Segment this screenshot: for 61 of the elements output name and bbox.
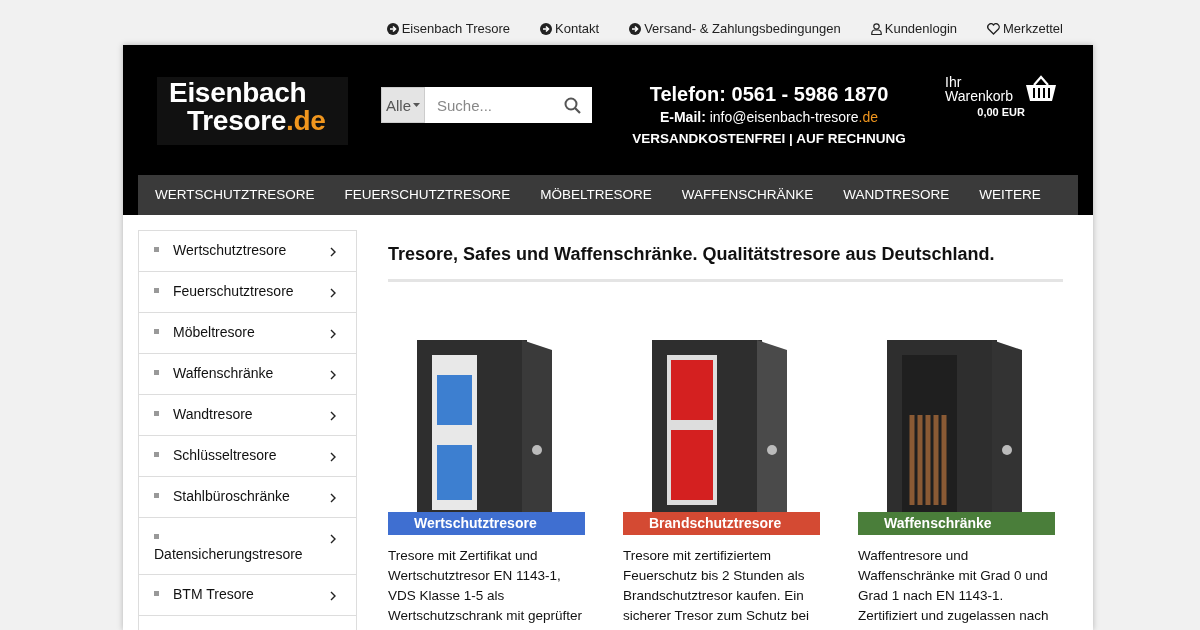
top-link[interactable]: Versand- & Zahlungsbedingungen <box>629 9 841 36</box>
sidebar-item[interactable]: Stahlbüroschränke <box>139 477 356 518</box>
top-link[interactable]: Eisenbach Tresore <box>386 9 511 36</box>
chevron-right-icon <box>330 452 336 462</box>
bullet-icon <box>154 247 159 253</box>
chevron-right-icon <box>330 329 336 339</box>
nav-link[interactable]: WANDTRESORE <box>828 175 965 215</box>
nav-link[interactable]: FEUERSCHUTZTRESORE <box>329 175 526 215</box>
arrow-circle-icon <box>540 22 553 35</box>
sidebar-item[interactable]: Waffenschränke <box>139 354 356 395</box>
page-heading: Tresore, Safes und Waffenschränke. Qualitätstresore aus Deutschland. <box>388 244 1063 282</box>
caret-icon <box>413 103 420 107</box>
top-link[interactable]: Kontakt <box>540 9 600 36</box>
chevron-right-icon <box>330 493 336 503</box>
category-banner[interactable]: Wertschutztresore <box>388 512 585 535</box>
bullet-icon <box>154 411 159 417</box>
basket-icon[interactable] <box>1025 75 1057 103</box>
shipping-note: VERSANDKOSTENFREI | AUF RECHNUNG <box>632 130 906 148</box>
sidebar-item[interactable]: Schlüsseltresore <box>139 436 356 477</box>
top-link[interactable]: Kundenlogin <box>870 9 958 36</box>
chevron-right-icon <box>330 288 336 298</box>
category-banner[interactable]: Brandschutztresore <box>623 512 820 535</box>
chevron-right-icon <box>330 247 336 257</box>
category-description: Tresore mit Zertifikat und Wertschutztresor EN 1143-1, VDS Klasse 1-5 als Wertschutzschrank mit geprüfter <box>388 547 584 625</box>
email-address: E-Mail: info@eisenbach-tresore.de <box>659 108 879 127</box>
nav-link[interactable]: WEITERE <box>964 175 1056 215</box>
search-field[interactable]: Alle Suche... <box>381 87 592 123</box>
bullet-icon <box>154 591 159 597</box>
bullet-icon <box>154 534 159 540</box>
chevron-right-icon <box>330 411 336 421</box>
chevron-right-icon <box>330 534 336 544</box>
category-description: Waffentresore und Waffenschränke mit Grad 0 und Grad 1 nach EN 1143-1. Zertifiziert und zugelassen nach <box>858 547 1050 625</box>
chevron-right-icon <box>330 370 336 380</box>
sidebar-item[interactable]: Datensicherungstresore <box>139 518 356 575</box>
nav-link[interactable]: WAFFENSCHRÄNKE <box>666 175 829 215</box>
top-link[interactable]: Merkzettel <box>987 9 1063 36</box>
user-icon <box>870 22 882 35</box>
sidebar-item[interactable]: Wandtresore <box>139 395 356 436</box>
category-description: Tresore mit zertifiziertem Feuerschutz bis 2 Stunden als Brandschutztresor kaufen. Ein sicherer Tresor zum Schutz bei <box>623 547 811 625</box>
logo[interactable]: Eisenbach Tresore.de <box>157 77 348 145</box>
search-icon[interactable] <box>564 96 581 114</box>
nav-link[interactable]: WERTSCHUTZTRESORE <box>138 175 330 215</box>
phone-number: Telefon: 0561 - 5986 1870 <box>649 82 889 107</box>
sidebar-item[interactable]: BTM Tresore <box>139 575 356 616</box>
arrow-circle-icon <box>629 22 642 35</box>
sidebar-item[interactable]: Wertschutztresore <box>139 231 356 272</box>
heart-icon <box>987 22 1001 35</box>
arrow-circle-icon <box>386 22 399 35</box>
sidebar-item[interactable]: Möbeltresore <box>139 313 356 354</box>
bullet-icon <box>154 370 159 376</box>
cart-label[interactable]: Ihr Warenkorb <box>945 75 1025 103</box>
sidebar-item[interactable]: Feuerschutztresore <box>139 272 356 313</box>
cart-total: 0,00 EUR <box>976 105 1025 119</box>
nav-link[interactable]: MÖBELTRESORE <box>525 175 667 215</box>
bullet-icon <box>154 452 159 458</box>
bullet-icon <box>154 493 159 499</box>
bullet-icon <box>154 288 159 294</box>
chevron-right-icon <box>330 591 336 601</box>
category-dropdown[interactable]: Alle <box>381 87 425 123</box>
bullet-icon <box>154 329 159 335</box>
category-banner[interactable]: Waffenschränke <box>858 512 1055 535</box>
